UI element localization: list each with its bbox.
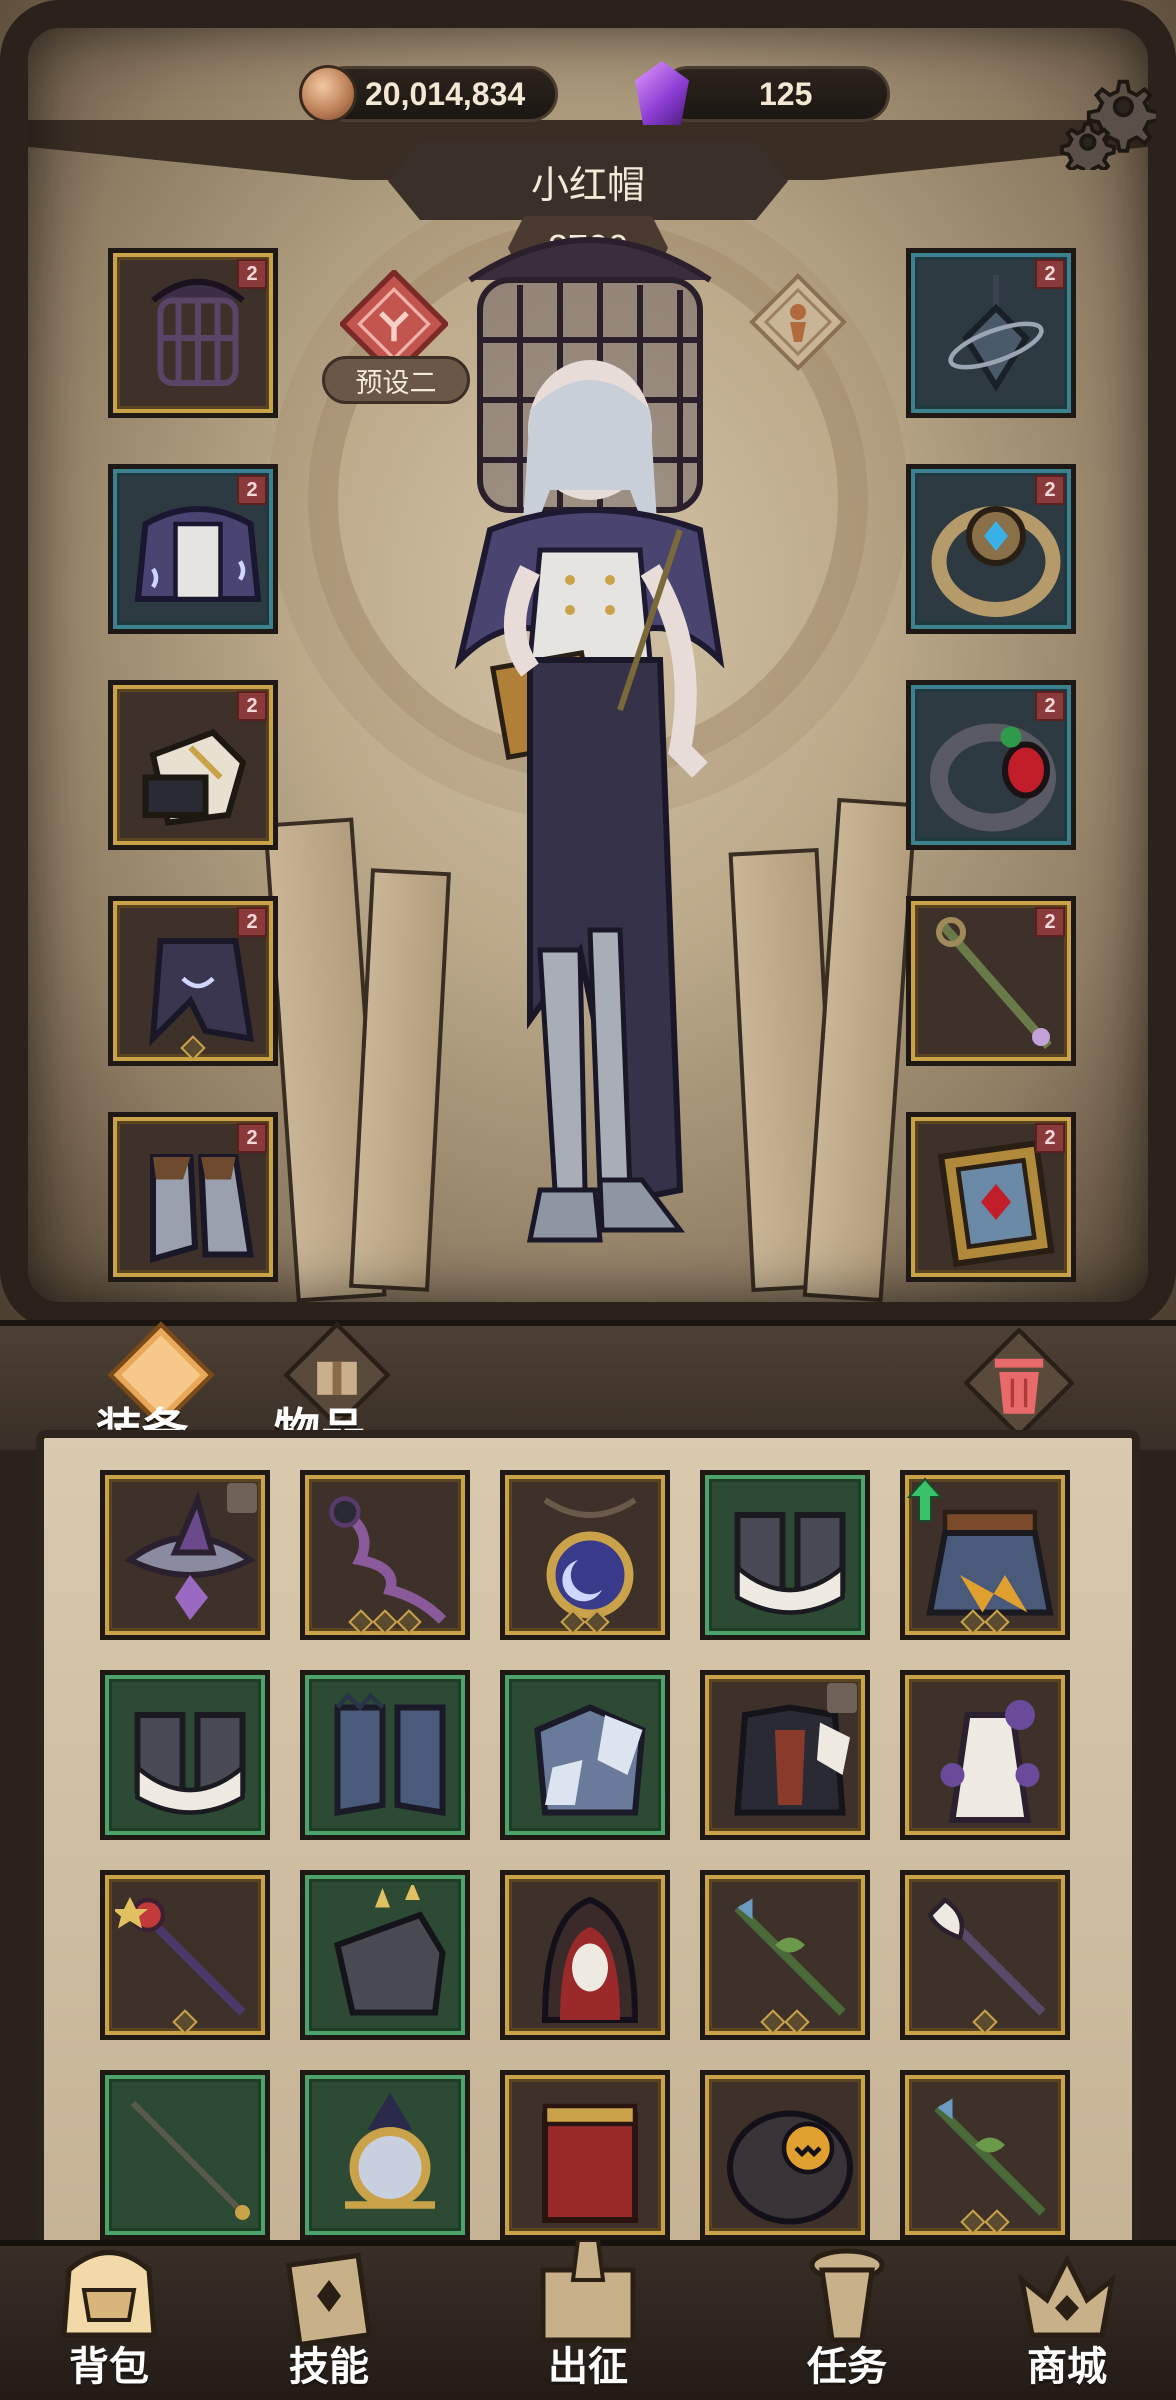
inventory-slot[interactable]: [500, 1470, 670, 1640]
mirror-icon: [345, 2092, 435, 2209]
lock-icon: [827, 1683, 857, 1713]
red-hood-icon: [541, 1896, 639, 2023]
socket-row: [505, 1609, 665, 1635]
inventory-slot[interactable]: [900, 1470, 1070, 1640]
nav-skills-label: 技能: [289, 2345, 369, 2389]
inventory-slot[interactable]: [900, 2070, 1070, 2240]
inventory-slot[interactable]: [100, 1670, 270, 1840]
inventory-slot[interactable]: [300, 1670, 470, 1840]
inventory-slot[interactable]: [300, 1470, 470, 1640]
rank-badge: 2: [1035, 259, 1065, 289]
nav-backpack-label: 背包: [69, 2345, 149, 2389]
inventory-slot[interactable]: [700, 2070, 870, 2240]
inventory-slot[interactable]: [900, 1870, 1070, 2040]
settings-gear-icon[interactable]: [1060, 74, 1160, 178]
scale-boots-icon: [334, 1692, 446, 1817]
nav-skills[interactable]: 技能: [244, 2240, 414, 2400]
character-illustration: [454, 237, 725, 1243]
nav-backpack[interactable]: 背包: [24, 2240, 194, 2400]
inventory-slot[interactable]: [100, 1470, 270, 1640]
coin-icon: [299, 65, 357, 123]
frilled-gloves-icon: [734, 1512, 846, 1615]
crystal-armor-icon: [534, 1704, 646, 1816]
grimoire-icon: [542, 2103, 638, 2223]
nav-shop-label: 商城: [1027, 2345, 1107, 2389]
inventory-slot[interactable]: [300, 2070, 470, 2240]
socket-row: [705, 2009, 865, 2035]
rank-badge: 2: [1035, 907, 1065, 937]
pumpkin-armor-icon: [727, 2110, 853, 2225]
inventory-slot[interactable]: [100, 1870, 270, 2040]
tab-items[interactable]: 物品: [268, 1321, 391, 1456]
trash-icon[interactable]: [963, 1327, 1075, 1439]
equip-slot-boots[interactable]: 2: [108, 1112, 278, 1282]
nav-expedition[interactable]: 出征: [503, 2240, 673, 2400]
gem-counter: 125: [635, 61, 890, 125]
flower-dress-icon: [940, 1700, 1040, 1823]
rank-badge: 2: [237, 691, 267, 721]
socket-row: [305, 1609, 465, 1635]
inventory-slot[interactable]: [700, 1470, 870, 1640]
inventory-slot[interactable]: [100, 2070, 270, 2240]
inventory-slot[interactable]: [500, 1670, 670, 1840]
equip-slot-helmet[interactable]: 2: [108, 248, 278, 418]
lock-icon: [227, 1483, 257, 1513]
equip-slot-weapon[interactable]: 2: [906, 896, 1076, 1066]
equip-slot-ring-1[interactable]: 2: [906, 464, 1076, 634]
equip-slot-gloves[interactable]: 2: [108, 680, 278, 850]
socket-row: [905, 2009, 1065, 2035]
socket-row: [105, 2009, 265, 2035]
rank-badge: 2: [1035, 1123, 1065, 1153]
gem-amount: 125: [759, 75, 813, 112]
background-plank: [802, 797, 918, 1303]
equip-slot-ring-2[interactable]: 2: [906, 680, 1076, 850]
inventory-slot[interactable]: [500, 1870, 670, 2040]
inventory-slot[interactable]: [300, 1870, 470, 2040]
rank-badge: 2: [237, 907, 267, 937]
inventory-slot[interactable]: [700, 1670, 870, 1840]
tab-equipment[interactable]: 装备: [86, 1321, 215, 1456]
nav-quests[interactable]: 任务: [762, 2240, 932, 2400]
socket-row: [113, 1035, 273, 1061]
nav-quests-label: 任务: [807, 2345, 887, 2389]
coin-amount: 20,014,834: [365, 75, 526, 112]
coin-counter: 20,014,834: [299, 65, 558, 123]
equip-slot-pants[interactable]: 2: [108, 896, 278, 1066]
nav-shop[interactable]: 商城: [982, 2240, 1152, 2400]
equip-slot-chest[interactable]: 2: [108, 464, 278, 634]
socket-row: [905, 2209, 1065, 2235]
equip-slot-necklace[interactable]: 2: [906, 248, 1076, 418]
nav-expedition-label: 出征: [548, 2345, 628, 2389]
inventory-slot[interactable]: [700, 1870, 870, 2040]
equip-slot-offhand[interactable]: 2: [906, 1112, 1076, 1282]
upgrade-arrow-icon: [907, 1477, 943, 1522]
inventory-slot[interactable]: [500, 2070, 670, 2240]
rank-badge: 2: [1035, 475, 1065, 505]
socket-row: [905, 1609, 1065, 1635]
thin-wand-icon: [130, 2100, 250, 2220]
rank-badge: 2: [237, 1123, 267, 1153]
rank-badge: 2: [237, 475, 267, 505]
frilled-gloves-icon: [134, 1712, 246, 1815]
inventory-slot[interactable]: [900, 1670, 1070, 1840]
rank-badge: 2: [237, 259, 267, 289]
rank-badge: 2: [1035, 691, 1065, 721]
iron-gauntlet-icon: [334, 1885, 446, 2016]
